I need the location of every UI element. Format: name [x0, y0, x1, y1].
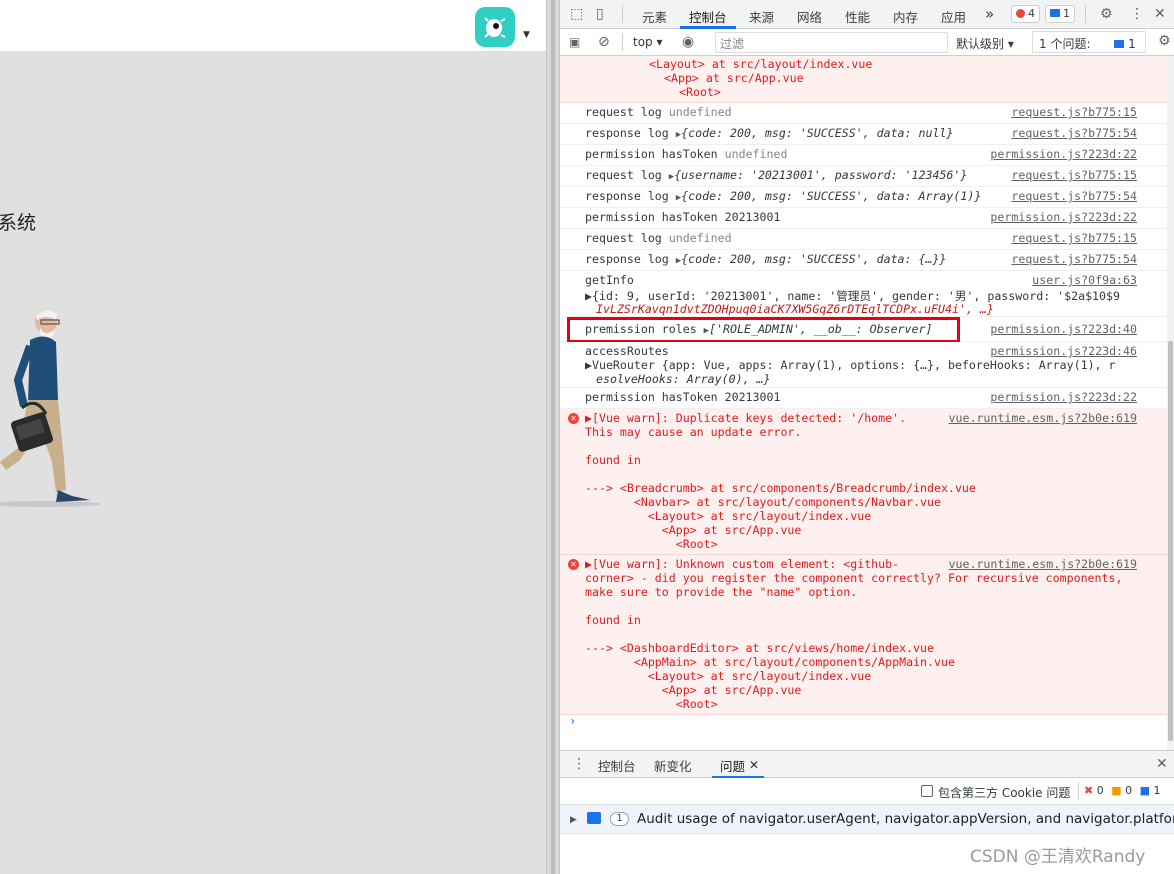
log-row: response log ▶{code: 200, msg: 'SUCCESS'… — [560, 124, 1168, 145]
drawer-tab-whats-new[interactable]: 新变化 — [654, 756, 692, 775]
log-row: request log undefined request.js?b775:15 — [560, 229, 1168, 250]
error-issue-icon: ✖ — [1084, 784, 1094, 797]
more-tabs-icon[interactable]: » — [985, 5, 994, 23]
drawer-tab-issues[interactable]: 问题 — [720, 756, 745, 775]
third-party-cookie-checkbox[interactable] — [921, 785, 933, 797]
log-row: permission hasToken 20213001 permission.… — [560, 208, 1168, 229]
expand-issue-icon[interactable]: ▶ — [570, 813, 577, 827]
source-link[interactable]: request.js?b775:54 — [1011, 189, 1137, 203]
vue-warn-unknown-element: ✕ ▶[Vue warn]: Unknown custom element: <… — [560, 555, 1168, 715]
log-row: request log ▶{username: '20213001', pass… — [560, 166, 1168, 187]
accessroutes-row: accessRoutes ▶VueRouter {app: Vue, apps:… — [560, 342, 1168, 388]
app-viewport: ▼ 系统 — [0, 0, 546, 874]
roles-highlight-box — [567, 317, 960, 343]
walking-man-illustration — [0, 310, 100, 507]
issue-row[interactable]: ▶ 1 Audit usage of navigator.userAgent, … — [560, 805, 1174, 834]
tab-sources[interactable]: 来源 — [749, 7, 774, 26]
console-prompt[interactable]: › — [569, 714, 576, 728]
app-navbar: ▼ — [0, 0, 546, 52]
inspect-element-icon[interactable]: ⬚ — [570, 7, 583, 21]
splitter-grip[interactable] — [551, 0, 555, 874]
kebab-menu-icon[interactable]: ⋮ — [1130, 7, 1144, 21]
drawer-menu-icon[interactable]: ⋮ — [572, 757, 586, 771]
expand-arrow-icon[interactable]: ▶ — [585, 289, 592, 303]
issues-button[interactable]: 1 个问题: 1 — [1032, 31, 1146, 53]
log-row: permission hasToken undefined permission… — [560, 145, 1168, 166]
devtools-tab-bar: ⬚ ▯ 元素 控制台 来源 网络 性能 内存 应用 » 4 1 ⚙ ⋮ ✕ — [560, 0, 1174, 29]
show-sidebar-icon[interactable]: ▣ — [569, 35, 580, 49]
live-expression-eye-icon[interactable]: ◉ — [682, 35, 694, 49]
source-link[interactable]: permission.js?223d:46 — [990, 344, 1137, 358]
device-toolbar-icon[interactable]: ▯ — [596, 7, 604, 21]
source-link[interactable]: permission.js?223d:22 — [990, 210, 1137, 224]
source-link[interactable]: request.js?b775:54 — [1011, 126, 1137, 140]
issue-message-icon — [587, 812, 601, 824]
source-link[interactable]: request.js?b775:54 — [1011, 252, 1137, 266]
message-icon — [1050, 9, 1060, 17]
devtools-panel: ⬚ ▯ 元素 控制台 来源 网络 性能 内存 应用 » 4 1 ⚙ ⋮ ✕ ▣ … — [560, 0, 1174, 874]
log-row: response log ▶{code: 200, msg: 'SUCCESS'… — [560, 187, 1168, 208]
third-party-cookie-label: 包含第三方 Cookie 问题 — [938, 786, 1071, 800]
tab-application[interactable]: 应用 — [941, 7, 966, 26]
drawer-tab-bar: ⋮ 控制台 新变化 问题 ✕ ✕ — [560, 750, 1174, 779]
scroll-thumb[interactable] — [1168, 341, 1173, 741]
system-title-fragment: 系统 — [0, 212, 37, 234]
log-level-select[interactable]: 默认级别 ▾ — [956, 35, 1014, 52]
message-count-badge[interactable]: 1 — [1045, 5, 1075, 23]
avatar-bug-icon — [484, 17, 506, 38]
log-row: response log ▶{code: 200, msg: 'SUCCESS'… — [560, 250, 1168, 271]
expand-arrow-icon[interactable]: ▶ — [585, 557, 592, 571]
issue-count-badge: 1 — [610, 812, 629, 826]
tab-performance[interactable]: 性能 — [845, 7, 870, 26]
tab-console[interactable]: 控制台 — [689, 7, 727, 26]
drawer-tab-console[interactable]: 控制台 — [598, 756, 636, 775]
getinfo-row: getInfo ▶{id: 9, userId: '20213001', nam… — [560, 271, 1168, 317]
screen: ▼ 系统 ⬚ ▯ 元素 控制台 来源 网络 性能 内存 应用 » 4 1 ⚙ ⋮… — [0, 0, 1174, 874]
source-link[interactable]: permission.js?223d:22 — [990, 390, 1137, 404]
source-link[interactable]: permission.js?223d:22 — [990, 147, 1137, 161]
log-row: permission hasToken 20213001 permission.… — [560, 388, 1168, 409]
close-drawer-icon[interactable]: ✕ — [1156, 757, 1168, 771]
error-circle-icon: ✕ — [568, 559, 579, 570]
source-link[interactable]: request.js?b775:15 — [1011, 168, 1137, 182]
vue-warn-duplicate-keys: ✕ ▶[Vue warn]: Duplicate keys detected: … — [560, 409, 1168, 555]
error-icon — [1016, 9, 1025, 18]
warning-issue-icon: ■ — [1111, 784, 1122, 797]
user-avatar[interactable] — [475, 7, 515, 47]
log-row: request log undefined request.js?b775:15 — [560, 103, 1168, 124]
error-stack-tail: <Layout> at src/layout/index.vue <App> a… — [560, 56, 1168, 103]
error-count-badge[interactable]: 4 — [1011, 5, 1040, 23]
issues-toolbar: 包含第三方 Cookie 问题 ✖ 0 ■ 0 ■ 1 — [560, 778, 1174, 805]
info-issue-icon: ■ — [1139, 784, 1151, 797]
source-link[interactable]: permission.js?223d:40 — [990, 322, 1137, 336]
pane-splitter[interactable] — [546, 0, 560, 874]
source-link[interactable]: user.js?0f9a:63 — [1032, 273, 1137, 287]
close-tab-icon[interactable]: ✕ — [749, 758, 759, 772]
source-link[interactable]: request.js?b775:15 — [1011, 105, 1137, 119]
tab-memory[interactable]: 内存 — [893, 7, 918, 26]
error-circle-icon: ✕ — [568, 413, 579, 424]
close-devtools-icon[interactable]: ✕ — [1154, 7, 1166, 21]
console-messages: <Layout> at src/layout/index.vue <App> a… — [560, 56, 1168, 750]
issue-title: Audit usage of navigator.userAgent, navi… — [637, 811, 1174, 827]
console-filter-input[interactable]: 过滤 — [715, 32, 948, 53]
issues-icon — [1114, 40, 1125, 48]
source-link[interactable]: vue.runtime.esm.js?2b0e:619 — [949, 557, 1137, 571]
expand-arrow-icon[interactable]: ▶ — [585, 411, 592, 425]
expand-arrow-icon[interactable]: ▶ — [585, 358, 592, 372]
settings-gear-icon[interactable]: ⚙ — [1100, 7, 1113, 21]
clear-console-icon[interactable]: ⊘ — [598, 35, 610, 49]
tab-elements[interactable]: 元素 — [642, 7, 667, 26]
source-link[interactable]: vue.runtime.esm.js?2b0e:619 — [949, 411, 1137, 425]
avatar-dropdown-caret-icon[interactable]: ▼ — [523, 30, 530, 40]
watermark: CSDN @王清欢Randy — [970, 847, 1146, 867]
console-scrollbar[interactable] — [1167, 56, 1174, 750]
tab-network[interactable]: 网络 — [797, 7, 822, 26]
issue-counts: ✖ 0 ■ 0 ■ 1 — [1084, 784, 1161, 797]
context-select[interactable]: top ▾ — [633, 35, 663, 49]
source-link[interactable]: request.js?b775:15 — [1011, 231, 1137, 245]
console-settings-icon[interactable]: ⚙ — [1158, 34, 1171, 48]
